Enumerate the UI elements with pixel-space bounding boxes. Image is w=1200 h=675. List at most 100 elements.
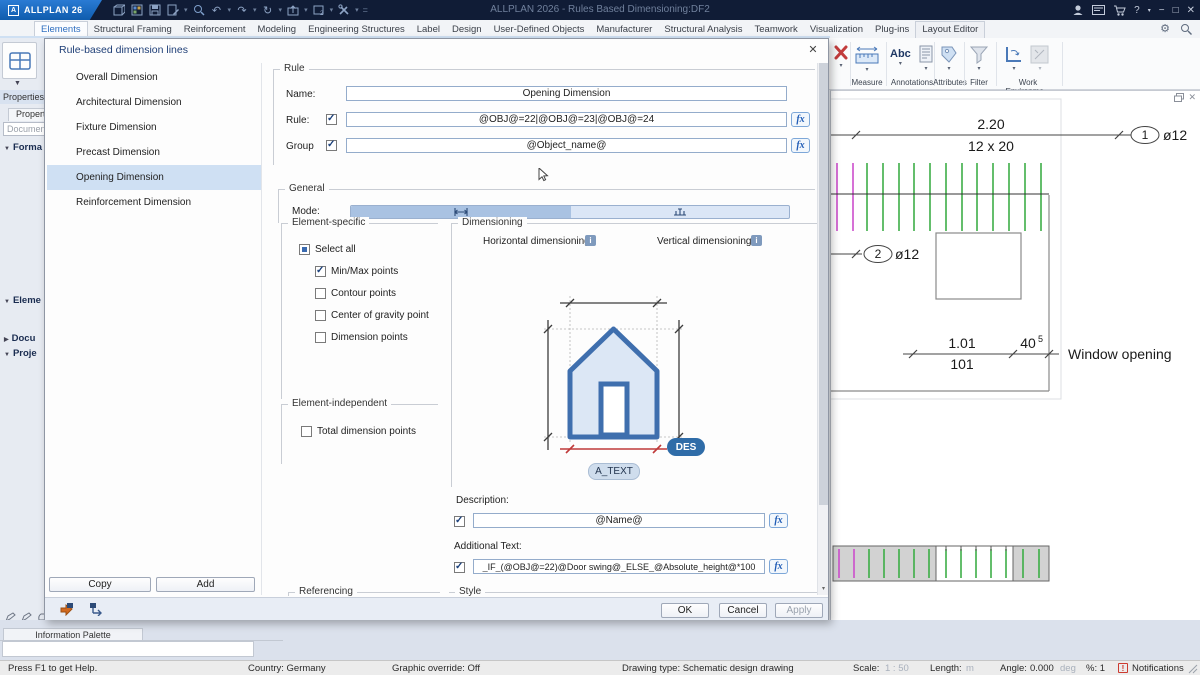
status-scale-value[interactable]: 1 : 50 [885, 663, 909, 674]
add-button[interactable]: Add [156, 577, 255, 592]
collapse-arrow-icon[interactable] [4, 352, 10, 358]
description-checkbox[interactable] [454, 516, 465, 527]
redo-chevron-icon[interactable]: ▾ [253, 6, 257, 14]
undo-icon[interactable]: ↶ [210, 2, 224, 18]
list-item[interactable]: Overall Dimension [47, 65, 261, 90]
additional-text-checkbox[interactable] [454, 562, 465, 573]
dimension-points-checkbox[interactable] [315, 332, 326, 343]
name-input[interactable] [346, 86, 787, 101]
group-checkbox[interactable] [326, 140, 337, 151]
collapse-arrow-icon[interactable] [4, 146, 10, 152]
a-text-badge[interactable]: A_TEXT [588, 463, 640, 480]
share-up-icon[interactable] [286, 2, 300, 18]
vertical-info-icon[interactable]: i [751, 235, 762, 246]
project-cube-icon[interactable] [112, 2, 126, 18]
view-windows-button[interactable] [2, 42, 37, 79]
status-country[interactable]: Country: Germany [248, 663, 326, 674]
horizontal-info-icon[interactable]: i [585, 235, 596, 246]
tab-layout-editor[interactable]: Layout Editor [915, 21, 985, 38]
close-button[interactable]: ✕ [1187, 5, 1195, 16]
maximize-button[interactable]: □ [1173, 5, 1179, 16]
measure-icon[interactable]: ▾ [854, 46, 880, 73]
shop-cart-icon[interactable] [1113, 5, 1126, 16]
palette-inner-tab[interactable]: Propert [8, 108, 48, 121]
mode-toggle[interactable] [350, 205, 790, 219]
user-account-icon[interactable] [1072, 4, 1084, 16]
work-environment-icon[interactable]: ▾ [1003, 45, 1025, 72]
undo-chevron-icon[interactable]: ▾ [228, 6, 232, 14]
palette-section-project[interactable]: Proje [4, 348, 37, 359]
cancel-button[interactable]: Cancel [719, 603, 767, 618]
rule-checkbox[interactable] [326, 114, 337, 125]
tab-plug-ins[interactable]: Plug-ins [869, 22, 915, 38]
view-windows-chevron-icon[interactable]: ▼ [14, 80, 21, 87]
dialog-scrollbar[interactable]: ▾ [817, 63, 828, 595]
additional-text-input[interactable] [473, 559, 765, 574]
favorite-save-icon[interactable] [59, 602, 74, 616]
collapse-arrow-icon[interactable] [4, 299, 10, 305]
palette-grid-icon[interactable] [130, 2, 144, 18]
dropdown-chevron-icon[interactable]: ▾ [184, 6, 188, 14]
status-length-value[interactable]: m [966, 663, 974, 674]
status-notifications[interactable]: Notifications [1132, 663, 1184, 674]
license-card-icon[interactable] [1092, 5, 1105, 15]
status-angle-value[interactable]: 0.000 [1030, 663, 1054, 674]
new-document-icon[interactable] [166, 2, 180, 18]
document-search-input[interactable] [3, 122, 45, 136]
palette-section-element[interactable]: Eleme [4, 295, 41, 306]
palette-section-format[interactable]: Forma [4, 142, 42, 153]
app-logo[interactable]: A ALLPLAN 26 [0, 0, 102, 20]
viewport-close-icon[interactable]: ✕ [1188, 92, 1196, 103]
refresh-chevron-icon[interactable]: ▾ [279, 6, 283, 14]
viewport-restore-icon[interactable] [1174, 93, 1184, 102]
status-graphic-override[interactable]: Graphic override: Off [392, 663, 480, 674]
collapse-arrow-icon[interactable] [4, 337, 9, 343]
total-dimension-points-checkbox[interactable] [301, 426, 312, 437]
rule-input[interactable] [346, 112, 787, 127]
information-palette-field[interactable] [2, 641, 254, 657]
annotation-page-icon[interactable]: ▾ [918, 45, 934, 72]
scrollbar-thumb[interactable] [819, 63, 828, 505]
mode-option-alt[interactable] [571, 206, 789, 218]
ok-button[interactable]: OK [661, 603, 709, 618]
attributes-tag-icon[interactable]: ▾ [938, 45, 960, 72]
zoom-icon[interactable] [192, 2, 206, 18]
resize-grip[interactable] [1188, 664, 1198, 674]
palette-section-document[interactable]: Docu [4, 333, 35, 344]
copy-button[interactable]: Copy [49, 577, 151, 592]
list-item[interactable]: Precast Dimension [47, 140, 261, 165]
group-fx-button[interactable]: fx [791, 138, 810, 153]
minimize-button[interactable]: − [1159, 5, 1165, 16]
help-icon[interactable]: ? [1134, 5, 1140, 16]
status-percent[interactable]: %: 1 [1086, 663, 1105, 674]
center-of-gravity-checkbox[interactable] [315, 310, 326, 321]
palette-tab-properties[interactable]: Properties [0, 90, 44, 104]
ribbon-search-icon[interactable] [1180, 23, 1192, 35]
filter-funnel-icon[interactable]: ▾ [969, 45, 989, 72]
group-input[interactable] [346, 138, 787, 153]
text-abc-icon[interactable]: Abc ▾ [890, 48, 911, 67]
description-fx-button[interactable]: fx [769, 513, 788, 528]
list-item[interactable]: Reinforcement Dimension [47, 190, 261, 215]
contour-points-checkbox[interactable] [315, 288, 326, 299]
redo-icon[interactable]: ↷ [235, 2, 249, 18]
list-item-selected[interactable]: Opening Dimension [47, 165, 261, 190]
save-icon[interactable] [148, 2, 162, 18]
minmax-points-checkbox[interactable] [315, 266, 326, 277]
notification-alert-icon[interactable]: ! [1118, 663, 1128, 673]
description-input[interactable] [473, 513, 765, 528]
select-all-checkbox[interactable] [299, 244, 310, 255]
rule-fx-button[interactable]: fx [791, 112, 810, 127]
status-drawing-type[interactable]: Drawing type: Schematic design drawing [622, 663, 794, 674]
help-chevron-icon[interactable]: ▾ [1148, 7, 1151, 14]
des-badge[interactable]: DES [667, 438, 705, 456]
favorite-load-icon[interactable] [89, 602, 104, 616]
delete-icon[interactable]: ▾ [833, 44, 849, 69]
list-item[interactable]: Architectural Dimension [47, 90, 261, 115]
scrollbar-down-icon[interactable]: ▾ [818, 584, 829, 595]
refresh-icon[interactable]: ↻ [261, 2, 275, 18]
drawing-viewport[interactable]: ✕ 2.20 12 x 20 1 ø12 2 ø12 [830, 90, 1200, 628]
ribbon-settings-gear-icon[interactable]: ⚙ [1160, 22, 1170, 35]
additional-text-fx-button[interactable]: fx [769, 559, 788, 574]
dialog-close-icon[interactable]: ✕ [806, 43, 820, 56]
